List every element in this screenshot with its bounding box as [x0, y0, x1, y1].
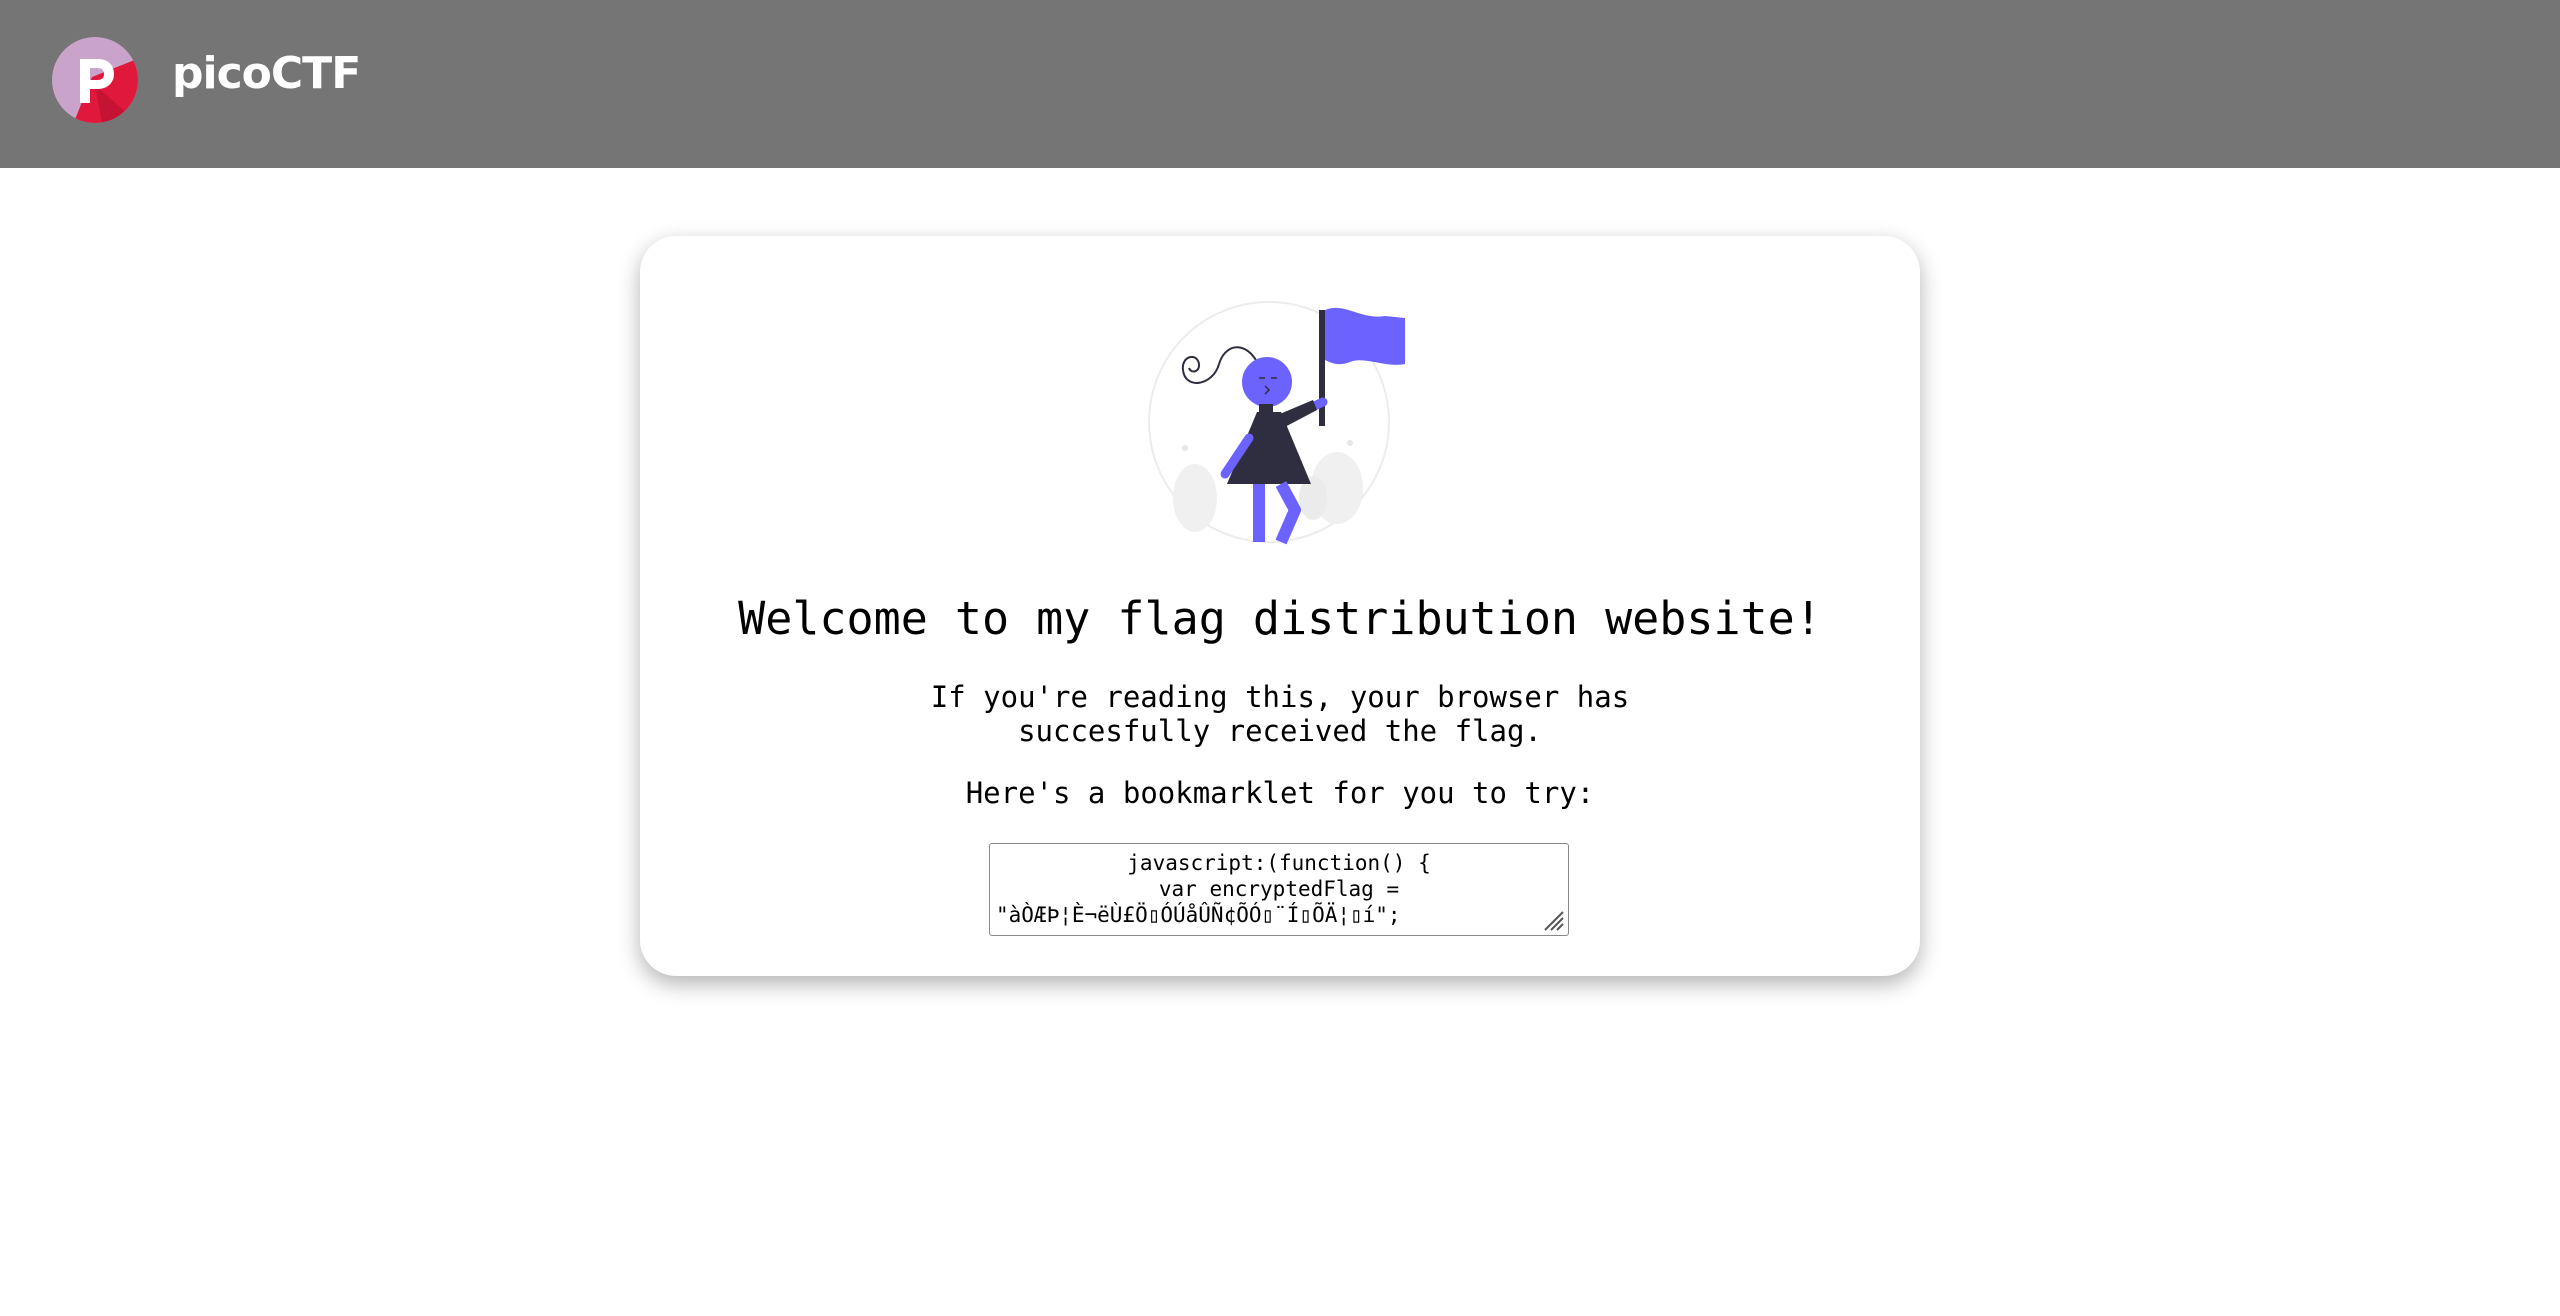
bookmarklet-textarea[interactable]: javascript:(function() { var encryptedFl…: [989, 843, 1569, 936]
brand-name[interactable]: picoCTF: [172, 48, 361, 99]
success-message-line-1: If you're reading this, your browser has: [930, 680, 1630, 714]
woman-holding-flag-illustration: [1148, 301, 1405, 545]
code-line: var encryptedFlag =: [1158, 877, 1400, 901]
page-title: Welcome to my flag distribution website!: [738, 592, 1822, 645]
top-navbar: picoCTF: [0, 0, 2560, 168]
code-line: "àÒÆÞ¦È¬ëÙ£Ö▯ÓÚåÛÑ¢ÕÓ▯¨Í▯ÕÄ¦▯í";: [996, 903, 1401, 927]
bookmarklet-intro: Here's a bookmarklet for you to try:: [965, 776, 1595, 810]
picoctf-logo-icon[interactable]: [52, 37, 138, 123]
success-message-line-2: succesfully received the flag.: [1018, 714, 1542, 748]
welcome-card: Welcome to my flag distribution website!…: [640, 236, 1920, 976]
code-line: javascript:(function() {: [1127, 851, 1431, 875]
resize-handle-icon[interactable]: [1541, 908, 1565, 932]
